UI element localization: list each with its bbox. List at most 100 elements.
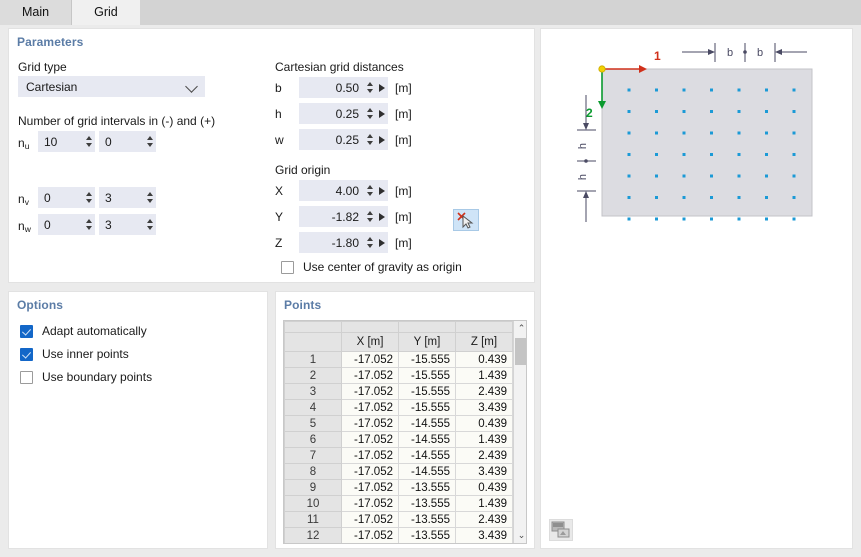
nu-minus-input[interactable]: 10: [38, 131, 95, 152]
table-row[interactable]: 9 -17.052 -13.555 0.439: [284, 479, 513, 496]
cell-y[interactable]: -14.555: [398, 463, 456, 480]
nu-minus-spinner[interactable]: [82, 131, 95, 152]
option-use-boundary-points[interactable]: Use boundary points: [20, 370, 152, 384]
table-row[interactable]: 8 -17.052 -14.555 3.439: [284, 463, 513, 480]
row-index[interactable]: 10: [284, 495, 342, 512]
table-row[interactable]: 2 -17.052 -15.555 1.439: [284, 367, 513, 384]
cell-x[interactable]: -17.052: [341, 479, 399, 496]
cell-x[interactable]: -17.052: [341, 527, 399, 543]
origin-z-more-icon[interactable]: [376, 232, 388, 253]
distance-w-input[interactable]: 0.25: [299, 129, 388, 150]
distance-h-input[interactable]: 0.25: [299, 103, 388, 124]
cell-y[interactable]: -13.555: [398, 527, 456, 543]
row-index[interactable]: 2: [284, 367, 342, 384]
scrollbar-thumb[interactable]: [515, 338, 526, 365]
nw-plus-input[interactable]: 3: [99, 214, 156, 235]
origin-x-spinner[interactable]: [363, 180, 376, 201]
cell-x[interactable]: -17.052: [341, 511, 399, 528]
row-index[interactable]: 8: [284, 463, 342, 480]
nw-minus-spinner[interactable]: [82, 214, 95, 235]
table-row[interactable]: 3 -17.052 -15.555 2.439: [284, 383, 513, 400]
tab-grid[interactable]: Grid: [72, 0, 140, 25]
points-table-scrollbar[interactable]: ⌃ ⌄: [513, 321, 526, 543]
distance-w-spinner[interactable]: [363, 129, 376, 150]
row-index[interactable]: 6: [284, 431, 342, 448]
table-row[interactable]: 4 -17.052 -15.555 3.439: [284, 399, 513, 416]
distance-b-spinner[interactable]: [363, 77, 376, 98]
cell-z[interactable]: 3.439: [455, 463, 513, 480]
cell-y[interactable]: -15.555: [398, 367, 456, 384]
origin-z-spinner[interactable]: [363, 232, 376, 253]
cell-z[interactable]: 2.439: [455, 447, 513, 464]
distance-h-more-icon[interactable]: [376, 103, 388, 124]
table-row[interactable]: 6 -17.052 -14.555 1.439: [284, 431, 513, 448]
cell-y[interactable]: -13.555: [398, 495, 456, 512]
cell-z[interactable]: 0.439: [455, 351, 513, 368]
cell-y[interactable]: -13.555: [398, 511, 456, 528]
row-index[interactable]: 9: [284, 479, 342, 496]
scroll-up-icon[interactable]: ⌃: [514, 321, 526, 336]
table-row[interactable]: 5 -17.052 -14.555 0.439: [284, 415, 513, 432]
nv-plus-input[interactable]: 3: [99, 187, 156, 208]
row-index[interactable]: 7: [284, 447, 342, 464]
row-index[interactable]: 4: [284, 399, 342, 416]
render-view-button[interactable]: [549, 519, 573, 541]
nv-plus-spinner[interactable]: [143, 187, 156, 208]
cell-x[interactable]: -17.052: [341, 447, 399, 464]
row-index[interactable]: 1: [284, 351, 342, 368]
origin-z-input[interactable]: -1.80: [299, 232, 388, 253]
cell-y[interactable]: -15.555: [398, 399, 456, 416]
distance-b-input[interactable]: 0.50: [299, 77, 388, 98]
cell-x[interactable]: -17.052: [341, 495, 399, 512]
distance-w-more-icon[interactable]: [376, 129, 388, 150]
table-row[interactable]: 10 -17.052 -13.555 1.439: [284, 495, 513, 512]
cell-y[interactable]: -14.555: [398, 415, 456, 432]
cell-z[interactable]: 1.439: [455, 367, 513, 384]
cell-z[interactable]: 3.439: [455, 399, 513, 416]
cell-y[interactable]: -14.555: [398, 431, 456, 448]
cell-z[interactable]: 1.439: [455, 431, 513, 448]
cell-z[interactable]: 0.439: [455, 415, 513, 432]
nu-plus-input[interactable]: 0: [99, 131, 156, 152]
cell-x[interactable]: -17.052: [341, 351, 399, 368]
row-index[interactable]: 12: [284, 527, 342, 543]
cog-origin-checkbox[interactable]: Use center of gravity as origin: [281, 260, 462, 274]
tab-main[interactable]: Main: [0, 0, 73, 25]
origin-x-input[interactable]: 4.00: [299, 180, 388, 201]
nw-minus-input[interactable]: 0: [38, 214, 95, 235]
cell-x[interactable]: -17.052: [341, 463, 399, 480]
cell-y[interactable]: -15.555: [398, 351, 456, 368]
cell-z[interactable]: 1.439: [455, 495, 513, 512]
table-row[interactable]: 11 -17.052 -13.555 2.439: [284, 511, 513, 528]
table-row[interactable]: 12 -17.052 -13.555 3.439: [284, 527, 513, 543]
option-use-inner-points[interactable]: Use inner points: [20, 347, 129, 361]
cell-y[interactable]: -13.555: [398, 479, 456, 496]
distance-b-more-icon[interactable]: [376, 77, 388, 98]
column-header-y[interactable]: Y [m]: [398, 332, 456, 352]
cell-z[interactable]: 2.439: [455, 511, 513, 528]
pick-point-button[interactable]: [453, 209, 479, 231]
cell-z[interactable]: 3.439: [455, 527, 513, 543]
scroll-down-icon[interactable]: ⌄: [514, 528, 526, 543]
grid-type-select[interactable]: Cartesian: [18, 76, 205, 97]
table-row[interactable]: 7 -17.052 -14.555 2.439: [284, 447, 513, 464]
cell-z[interactable]: 2.439: [455, 383, 513, 400]
preview-panel[interactable]: b b h h 1 2: [540, 28, 853, 549]
cell-z[interactable]: 0.439: [455, 479, 513, 496]
cell-x[interactable]: -17.052: [341, 383, 399, 400]
cell-y[interactable]: -15.555: [398, 383, 456, 400]
cell-x[interactable]: -17.052: [341, 399, 399, 416]
cell-x[interactable]: -17.052: [341, 431, 399, 448]
row-index[interactable]: 5: [284, 415, 342, 432]
row-index[interactable]: 3: [284, 383, 342, 400]
cell-y[interactable]: -14.555: [398, 447, 456, 464]
table-row[interactable]: 1 -17.052 -15.555 0.439: [284, 351, 513, 368]
option-adapt-automatically[interactable]: Adapt automatically: [20, 324, 147, 338]
nu-plus-spinner[interactable]: [143, 131, 156, 152]
column-header-z[interactable]: Z [m]: [455, 332, 513, 352]
cell-x[interactable]: -17.052: [341, 367, 399, 384]
column-header-x[interactable]: X [m]: [341, 332, 399, 352]
row-index[interactable]: 11: [284, 511, 342, 528]
origin-y-more-icon[interactable]: [376, 206, 388, 227]
nw-plus-spinner[interactable]: [143, 214, 156, 235]
